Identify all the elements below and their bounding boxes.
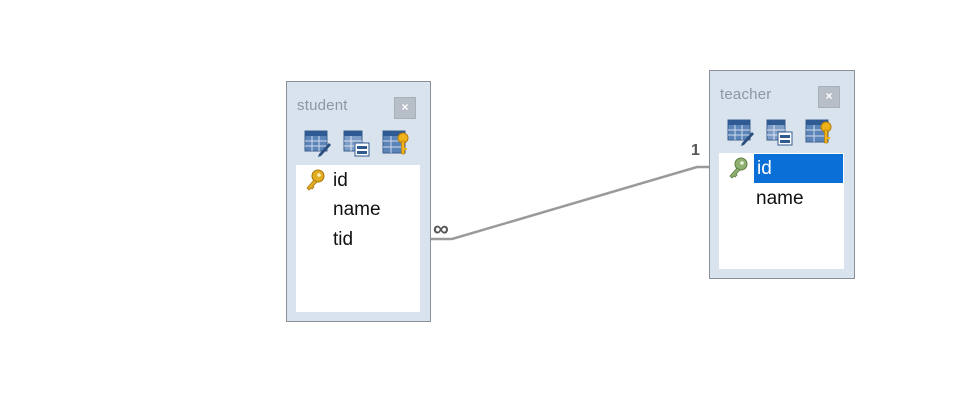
table-edit-icon[interactable] — [726, 117, 755, 147]
field-list: id name tid — [296, 165, 420, 312]
cardinality-many-label: ∞ — [433, 216, 449, 241]
field-name: id — [333, 170, 348, 191]
table-key-icon[interactable] — [381, 128, 410, 158]
field-list: id name — [719, 153, 844, 269]
primary-key-icon — [729, 157, 748, 179]
table-student[interactable]: student × id name tid — [286, 81, 431, 322]
table-title: student — [297, 97, 348, 114]
close-icon[interactable]: × — [394, 97, 416, 119]
table-toolbar — [303, 128, 410, 158]
primary-key-icon — [306, 169, 325, 191]
table-design-icon[interactable] — [342, 128, 371, 158]
close-icon[interactable]: × — [818, 86, 840, 108]
table-toolbar — [726, 117, 833, 147]
field-name: tid — [333, 229, 354, 250]
diagram-canvas: ∞ 1 student × id name tid teacher × id n… — [0, 0, 980, 401]
table-teacher[interactable]: teacher × id name — [709, 70, 855, 279]
table-title: teacher — [720, 86, 772, 103]
table-key-icon[interactable] — [804, 117, 833, 147]
table-design-icon[interactable] — [765, 117, 794, 147]
table-edit-icon[interactable] — [303, 128, 332, 158]
cardinality-one-label: 1 — [691, 142, 700, 159]
field-name: name — [756, 188, 804, 209]
field-name: id — [754, 154, 843, 183]
field-name: name — [333, 199, 381, 220]
